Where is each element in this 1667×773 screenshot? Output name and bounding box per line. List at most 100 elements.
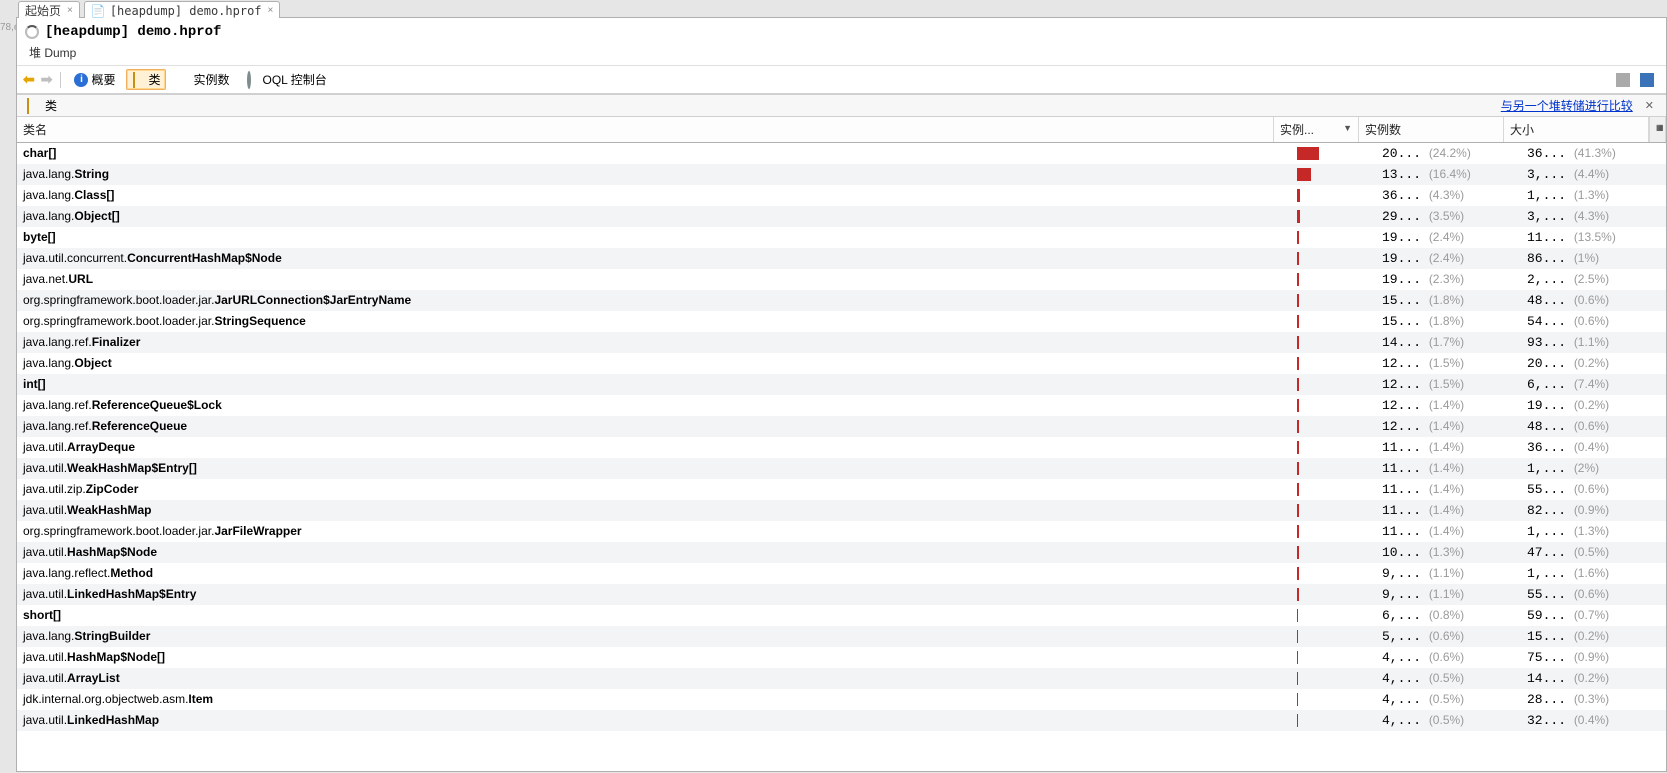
- size-cell: 20... (0.2%): [1521, 356, 1666, 371]
- table-row[interactable]: org.springframework.boot.loader.jar.Stri…: [17, 311, 1666, 332]
- table-row[interactable]: char[]20... (24.2%)36... (41.3%): [17, 143, 1666, 164]
- count-cell: 15... (1.8%): [1376, 314, 1521, 329]
- close-icon[interactable]: ✕: [1641, 99, 1658, 112]
- file-icon: 📄: [91, 4, 106, 18]
- bar-cell: [1291, 378, 1376, 391]
- col-instance-count[interactable]: 实例数: [1359, 117, 1504, 142]
- bar-cell: [1291, 609, 1376, 622]
- class-name-cell: java.lang.String: [17, 167, 1291, 182]
- loading-icon: [25, 25, 39, 39]
- col-size[interactable]: 大小: [1504, 117, 1649, 142]
- forward-button[interactable]: ➡: [41, 71, 53, 88]
- table-row[interactable]: java.util.ArrayDeque11... (1.4%)36... (0…: [17, 437, 1666, 458]
- table-row[interactable]: java.util.ArrayList4,... (0.5%)14... (0.…: [17, 668, 1666, 689]
- size-cell: 82... (0.9%): [1521, 503, 1666, 518]
- table-row[interactable]: int[]12... (1.5%)6,... (7.4%): [17, 374, 1666, 395]
- size-cell: 1,... (1.6%): [1521, 566, 1666, 581]
- oql-button[interactable]: OQL 控制台: [241, 69, 332, 90]
- table-row[interactable]: short[]6,... (0.8%)59... (0.7%): [17, 605, 1666, 626]
- tab-heapdump[interactable]: 📄 [heapdump] demo.hprof ×: [84, 1, 281, 18]
- class-name-cell: char[]: [17, 146, 1291, 161]
- table-row[interactable]: jdk.internal.org.objectweb.asm.Item 4,...…: [17, 689, 1666, 710]
- count-cell: 19... (2.4%): [1376, 251, 1521, 266]
- table-row[interactable]: java.util.WeakHashMap11... (1.4%)82... (…: [17, 500, 1666, 521]
- summary-button[interactable]: i 概要: [69, 69, 120, 90]
- table-row[interactable]: java.lang.String13... (16.4%)3,... (4.4%…: [17, 164, 1666, 185]
- table-row[interactable]: java.net.URL19... (2.3%)2,... (2.5%): [17, 269, 1666, 290]
- table-row[interactable]: java.util.HashMap$Node10... (1.3%)47... …: [17, 542, 1666, 563]
- count-cell: 14... (1.7%): [1376, 335, 1521, 350]
- size-cell: 59... (0.7%): [1521, 608, 1666, 623]
- table-row[interactable]: java.lang.ref.Finalizer14... (1.7%)93...…: [17, 332, 1666, 353]
- table-row[interactable]: java.util.LinkedHashMap$Entry9,... (1.1%…: [17, 584, 1666, 605]
- count-cell: 11... (1.4%): [1376, 461, 1521, 476]
- size-cell: 15... (0.2%): [1521, 629, 1666, 644]
- table-row[interactable]: java.lang.StringBuilder5,... (0.6%)15...…: [17, 626, 1666, 647]
- class-name-cell: java.lang.Object[]: [17, 209, 1291, 224]
- table-row[interactable]: java.lang.Object[]29... (3.5%)3,... (4.3…: [17, 206, 1666, 227]
- classes-button[interactable]: 类: [126, 69, 165, 90]
- size-cell: 54... (0.6%): [1521, 314, 1666, 329]
- size-cell: 11... (13.5%): [1521, 230, 1666, 245]
- class-name-cell: java.util.concurrent.ConcurrentHashMap$N…: [17, 251, 1291, 266]
- tab-label: 起始页: [25, 2, 61, 19]
- size-cell: 36... (41.3%): [1521, 146, 1666, 161]
- class-name-cell: org.springframework.boot.loader.jar.JarF…: [17, 524, 1291, 539]
- table-row[interactable]: java.util.zip.ZipCoder11... (1.4%)55... …: [17, 479, 1666, 500]
- bar-cell: [1291, 714, 1376, 727]
- size-cell: 55... (0.6%): [1521, 587, 1666, 602]
- col-instances-bar[interactable]: 实例... ▼: [1274, 117, 1359, 142]
- table-row[interactable]: java.util.WeakHashMap$Entry[]11... (1.4%…: [17, 458, 1666, 479]
- size-cell: 14... (0.2%): [1521, 671, 1666, 686]
- tool-icon[interactable]: [1640, 73, 1654, 87]
- instances-button[interactable]: 实例数: [172, 69, 235, 90]
- bar-cell: [1291, 651, 1376, 664]
- size-cell: 47... (0.5%): [1521, 545, 1666, 560]
- table-row[interactable]: java.util.HashMap$Node[]4,... (0.6%)75..…: [17, 647, 1666, 668]
- col-classname[interactable]: 类名: [17, 117, 1274, 142]
- class-name-cell: java.util.ArrayDeque: [17, 440, 1291, 455]
- sort-indicator-icon: ▼: [1343, 123, 1352, 133]
- table-row[interactable]: java.lang.Object12... (1.5%)20... (0.2%): [17, 353, 1666, 374]
- table-row[interactable]: org.springframework.boot.loader.jar.JarU…: [17, 290, 1666, 311]
- class-name-cell: jdk.internal.org.objectweb.asm.Item: [17, 692, 1291, 707]
- bar-cell: [1291, 567, 1376, 580]
- editor-tabs: 起始页 × 📄 [heapdump] demo.hprof ×: [16, 0, 1667, 18]
- tab-start[interactable]: 起始页 ×: [18, 1, 80, 18]
- table-row[interactable]: java.lang.ref.ReferenceQueue$Lock12... (…: [17, 395, 1666, 416]
- bar-cell: [1291, 315, 1376, 328]
- class-name-cell: java.lang.ref.Finalizer: [17, 335, 1291, 350]
- button-label: 概要: [91, 71, 115, 88]
- panel-titlebar: [heapdump] demo.hprof: [17, 18, 1666, 42]
- bar-cell: [1291, 294, 1376, 307]
- count-cell: 11... (1.4%): [1376, 482, 1521, 497]
- count-cell: 12... (1.4%): [1376, 398, 1521, 413]
- compare-link[interactable]: 与另一个堆转储进行比较: [1501, 97, 1635, 114]
- table-row[interactable]: byte[]19... (2.4%)11... (13.5%): [17, 227, 1666, 248]
- count-cell: 19... (2.4%): [1376, 230, 1521, 245]
- table-row[interactable]: java.lang.ref.ReferenceQueue12... (1.4%)…: [17, 416, 1666, 437]
- tool-icon[interactable]: [1616, 73, 1630, 87]
- dot-icon: [177, 73, 191, 87]
- table-row[interactable]: java.lang.Class[]36... (4.3%)1,... (1.3%…: [17, 185, 1666, 206]
- table-row[interactable]: java.lang.reflect.Method9,... (1.1%)1,..…: [17, 563, 1666, 584]
- close-icon[interactable]: ×: [65, 5, 75, 16]
- count-cell: 12... (1.5%): [1376, 356, 1521, 371]
- table-row[interactable]: java.util.LinkedHashMap4,... (0.5%)32...…: [17, 710, 1666, 731]
- class-name-cell: java.lang.reflect.Method: [17, 566, 1291, 581]
- size-cell: 19... (0.2%): [1521, 398, 1666, 413]
- bar-cell: [1291, 273, 1376, 286]
- close-icon[interactable]: ×: [266, 5, 276, 16]
- class-name-cell: short[]: [17, 608, 1291, 623]
- table-row[interactable]: org.springframework.boot.loader.jar.JarF…: [17, 521, 1666, 542]
- bar-cell: [1291, 168, 1376, 181]
- count-cell: 4,... (0.5%): [1376, 692, 1521, 707]
- grid-rows[interactable]: char[]20... (24.2%)36... (41.3%)java.lan…: [17, 143, 1666, 771]
- bar-cell: [1291, 420, 1376, 433]
- class-name-cell: java.util.ArrayList: [17, 671, 1291, 686]
- table-row[interactable]: java.util.concurrent.ConcurrentHashMap$N…: [17, 248, 1666, 269]
- back-button[interactable]: ⬅: [23, 71, 35, 88]
- size-cell: 1,... (1.3%): [1521, 524, 1666, 539]
- bar-cell: [1291, 693, 1376, 706]
- query-icon: [246, 73, 260, 87]
